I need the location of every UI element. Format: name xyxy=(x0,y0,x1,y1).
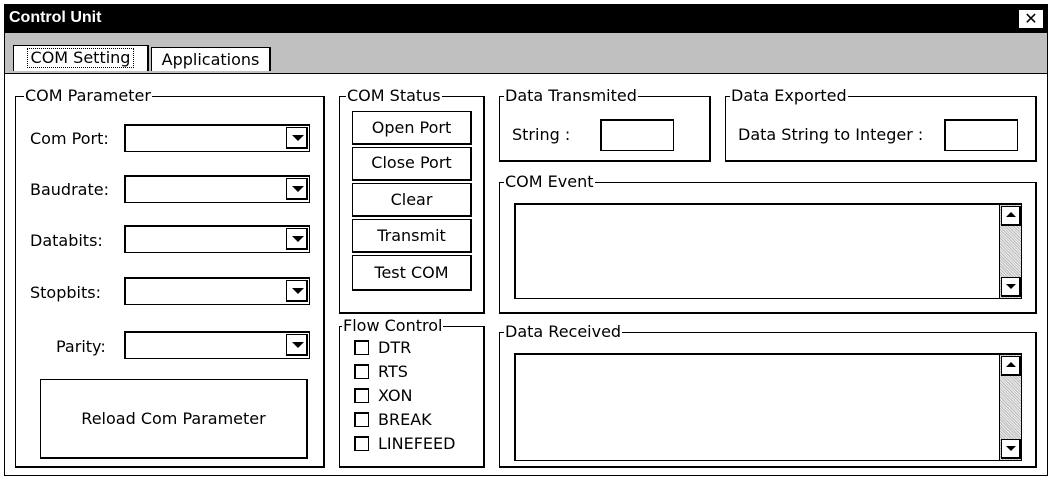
test-com-button[interactable]: Test COM xyxy=(352,255,472,291)
tab-com-setting-label: COM Setting xyxy=(26,48,135,68)
clear-button[interactable]: Clear xyxy=(352,183,472,217)
close-button[interactable]: ✕ xyxy=(1018,9,1044,29)
com-parameter-title: COM Parameter xyxy=(24,86,152,106)
close-port-button[interactable]: Close Port xyxy=(352,147,472,181)
rts-label: RTS xyxy=(378,362,408,381)
break-label: BREAK xyxy=(378,410,432,429)
chevron-down-icon[interactable] xyxy=(286,334,308,356)
scroll-up-icon[interactable] xyxy=(1001,206,1021,226)
stopbits-label: Stopbits: xyxy=(30,283,101,302)
string-label: String : xyxy=(512,125,571,144)
xon-label: XON xyxy=(378,386,413,405)
reload-com-parameter-button[interactable]: Reload Com Parameter xyxy=(40,379,308,459)
com-parameter-group: COM Parameter Com Port: Baudrate: Databi… xyxy=(15,86,325,468)
chevron-down-icon[interactable] xyxy=(286,127,308,149)
data-exported-group: Data Exported Data String to Integer : xyxy=(725,86,1037,162)
string-input[interactable] xyxy=(600,119,674,151)
data-transmitted-group: Data Transmited String : xyxy=(499,86,711,162)
stopbits-select[interactable] xyxy=(124,277,310,305)
scroll-up-icon[interactable] xyxy=(1001,356,1021,376)
data-string-to-integer-label: Data String to Integer : xyxy=(738,125,924,144)
com-event-scrollbar[interactable] xyxy=(999,205,1021,298)
linefeed-label: LINEFEED xyxy=(378,434,456,453)
tab-com-setting[interactable]: COM Setting xyxy=(13,45,149,71)
chevron-down-icon[interactable] xyxy=(286,228,308,250)
com-event-log[interactable] xyxy=(514,203,1022,299)
com-setting-pane: COM Parameter Com Port: Baudrate: Databi… xyxy=(5,73,1047,475)
com-event-title: COM Event xyxy=(504,172,595,192)
dtr-checkbox[interactable] xyxy=(354,340,369,355)
com-status-title: COM Status xyxy=(346,86,442,106)
chevron-down-icon[interactable] xyxy=(286,178,308,200)
window-title: Control Unit xyxy=(9,9,102,26)
dtr-label: DTR xyxy=(378,338,412,357)
com-status-group: COM Status Open Port Close Port Clear Tr… xyxy=(339,86,485,314)
chevron-down-icon[interactable] xyxy=(286,280,308,302)
databits-label: Databits: xyxy=(30,231,103,250)
parity-select[interactable] xyxy=(124,331,310,359)
scroll-down-icon[interactable] xyxy=(1001,439,1021,459)
scroll-down-icon[interactable] xyxy=(1001,277,1021,297)
break-checkbox[interactable] xyxy=(354,412,369,427)
title-bar[interactable]: Control Unit ✕ xyxy=(5,5,1047,33)
data-received-group: Data Received xyxy=(499,322,1037,468)
flow-control-title: Flow Control xyxy=(342,316,444,336)
control-unit-window: Control Unit ✕ COM Setting Applications … xyxy=(4,4,1048,476)
flow-control-group: Flow Control DTR RTS XON BREAK LINEFEED xyxy=(339,316,485,468)
data-string-to-integer-input[interactable] xyxy=(944,119,1018,151)
rts-checkbox[interactable] xyxy=(354,364,369,379)
baudrate-select[interactable] xyxy=(124,175,310,203)
xon-checkbox[interactable] xyxy=(354,388,369,403)
data-received-log[interactable] xyxy=(514,353,1022,461)
open-port-button[interactable]: Open Port xyxy=(352,111,472,145)
baudrate-label: Baudrate: xyxy=(30,180,109,199)
databits-select[interactable] xyxy=(124,225,310,253)
parity-label: Parity: xyxy=(56,337,106,356)
data-transmitted-title: Data Transmited xyxy=(504,86,638,106)
tab-applications[interactable]: Applications xyxy=(151,47,271,71)
data-received-title: Data Received xyxy=(504,322,623,342)
data-received-scrollbar[interactable] xyxy=(999,355,1021,460)
com-event-group: COM Event xyxy=(499,172,1037,314)
data-exported-title: Data Exported xyxy=(730,86,848,106)
tab-applications-label: Applications xyxy=(161,50,260,69)
com-port-label: Com Port: xyxy=(30,129,109,148)
transmit-button[interactable]: Transmit xyxy=(352,219,472,253)
linefeed-checkbox[interactable] xyxy=(354,436,369,451)
com-port-select[interactable] xyxy=(124,124,310,152)
